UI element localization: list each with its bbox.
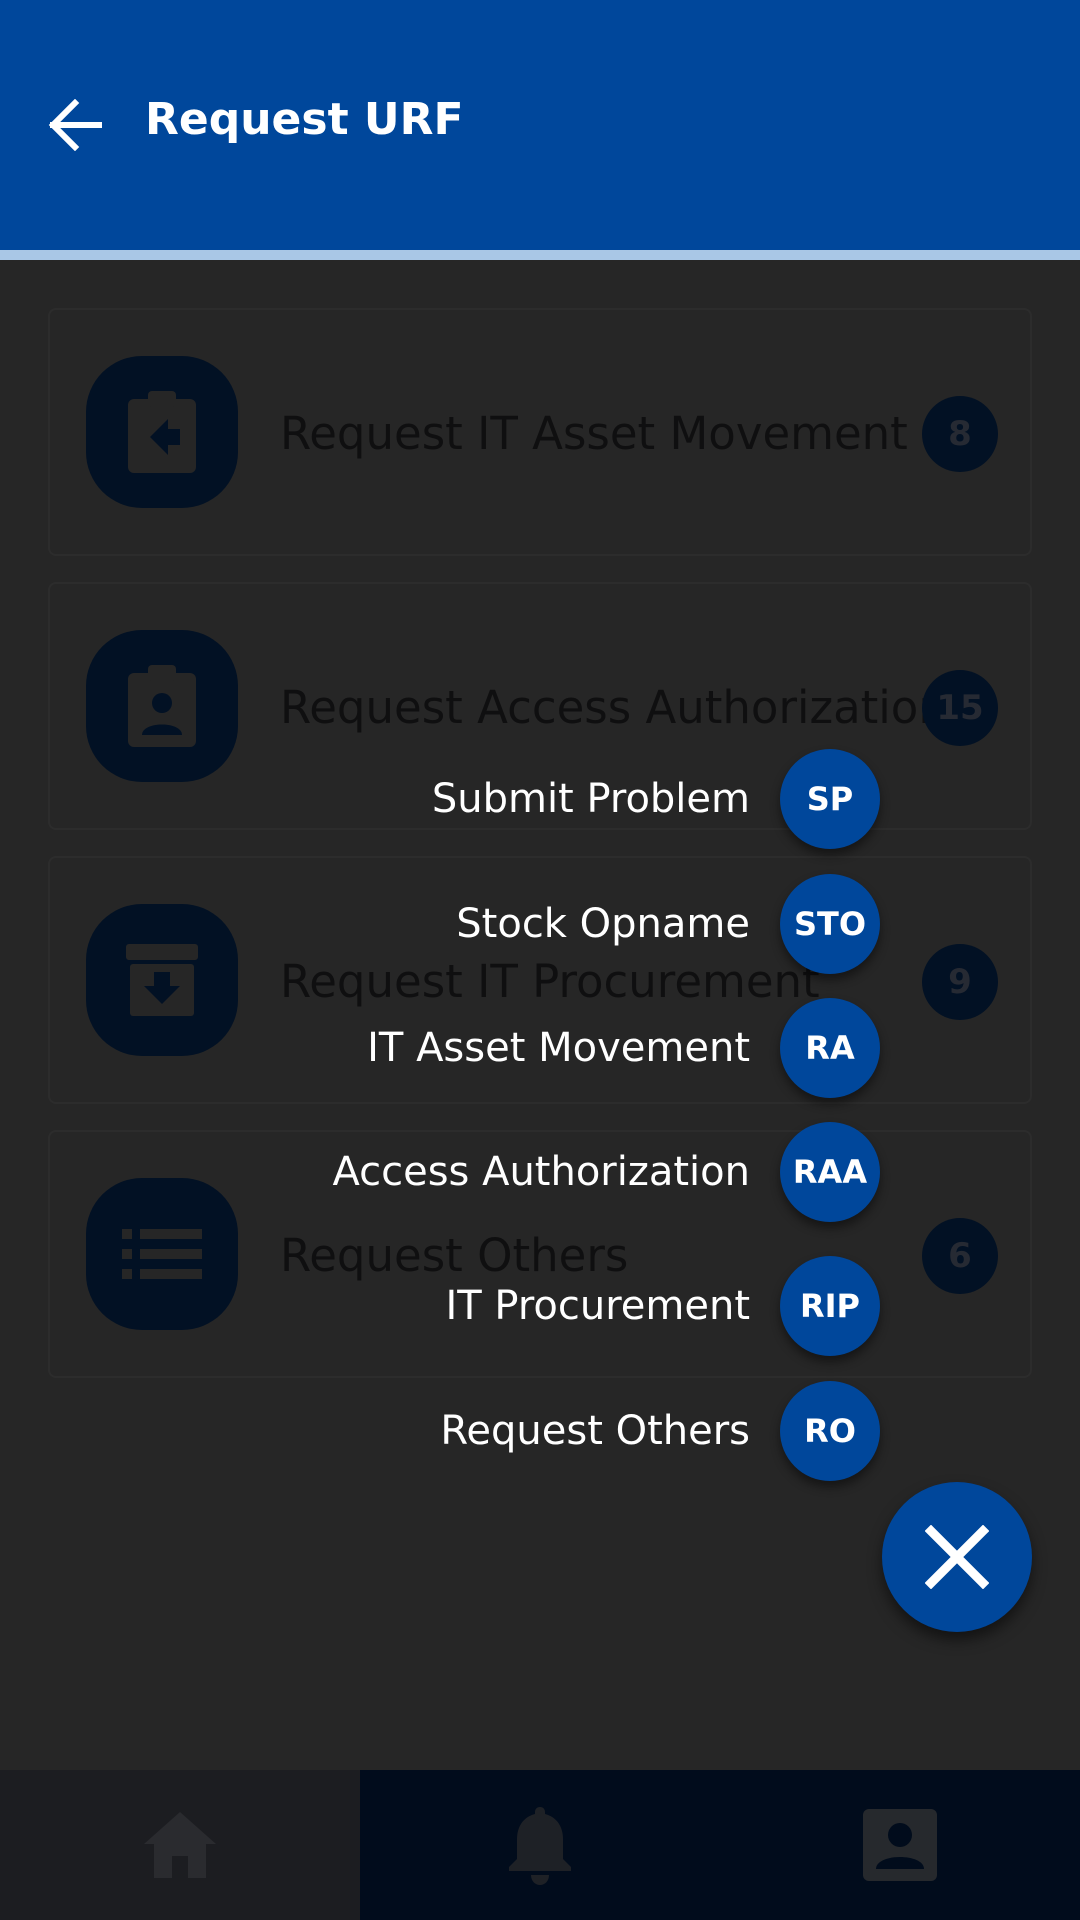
clipboard-arrow-left-icon [86, 356, 238, 508]
bell-icon [509, 1807, 571, 1885]
arrow-left-icon [48, 99, 102, 151]
request-urf-screen: Request URF Request IT Asset Movement 8 … [0, 0, 1080, 1920]
home-icon [144, 1812, 216, 1878]
card-label: Request Access Authorization [280, 681, 947, 734]
close-icon [925, 1525, 989, 1589]
access-authorization-button[interactable]: RAA [780, 1122, 880, 1222]
card-label: Request Others [280, 1229, 629, 1282]
nav-profile[interactable] [720, 1770, 1080, 1920]
nav-notifications[interactable] [360, 1770, 720, 1920]
count-badge: 8 [922, 396, 998, 472]
dial-label-request-others[interactable]: Request Others [440, 1403, 750, 1459]
dial-label-it-procurement[interactable]: IT Procurement [445, 1278, 750, 1334]
header-divider [0, 250, 1080, 260]
card-label: Request IT Procurement [280, 955, 820, 1008]
count-badge: 6 [922, 1218, 998, 1294]
request-others-button[interactable]: RO [780, 1381, 880, 1481]
format-list-bulleted-icon [86, 1178, 238, 1330]
count-badge: 9 [922, 944, 998, 1020]
close-speed-dial-button[interactable] [882, 1482, 1032, 1632]
nav-home[interactable] [0, 1770, 360, 1920]
dial-label-access-authorization[interactable]: Access Authorization [332, 1144, 750, 1200]
bottom-navigation [0, 1770, 1080, 1920]
clipboard-account-icon [86, 630, 238, 782]
app-bar: Request URF [0, 0, 1080, 250]
it-asset-movement-button[interactable]: RA [780, 998, 880, 1098]
dial-label-submit-problem[interactable]: Submit Problem [432, 771, 750, 827]
card-request-it-asset-movement[interactable]: Request IT Asset Movement 8 [48, 308, 1032, 556]
it-procurement-button[interactable]: RIP [780, 1256, 880, 1356]
archive-arrow-down-icon [86, 904, 238, 1056]
account-box-icon [863, 1809, 937, 1881]
dial-label-it-asset-movement[interactable]: IT Asset Movement [367, 1020, 750, 1076]
submit-problem-button[interactable]: SP [780, 749, 880, 849]
page-title: Request URF [145, 94, 464, 145]
dial-label-stock-opname[interactable]: Stock Opname [456, 896, 750, 952]
card-label: Request IT Asset Movement [280, 407, 908, 460]
stock-opname-button[interactable]: STO [780, 874, 880, 974]
back-button[interactable] [40, 92, 110, 158]
count-badge: 15 [922, 670, 998, 746]
